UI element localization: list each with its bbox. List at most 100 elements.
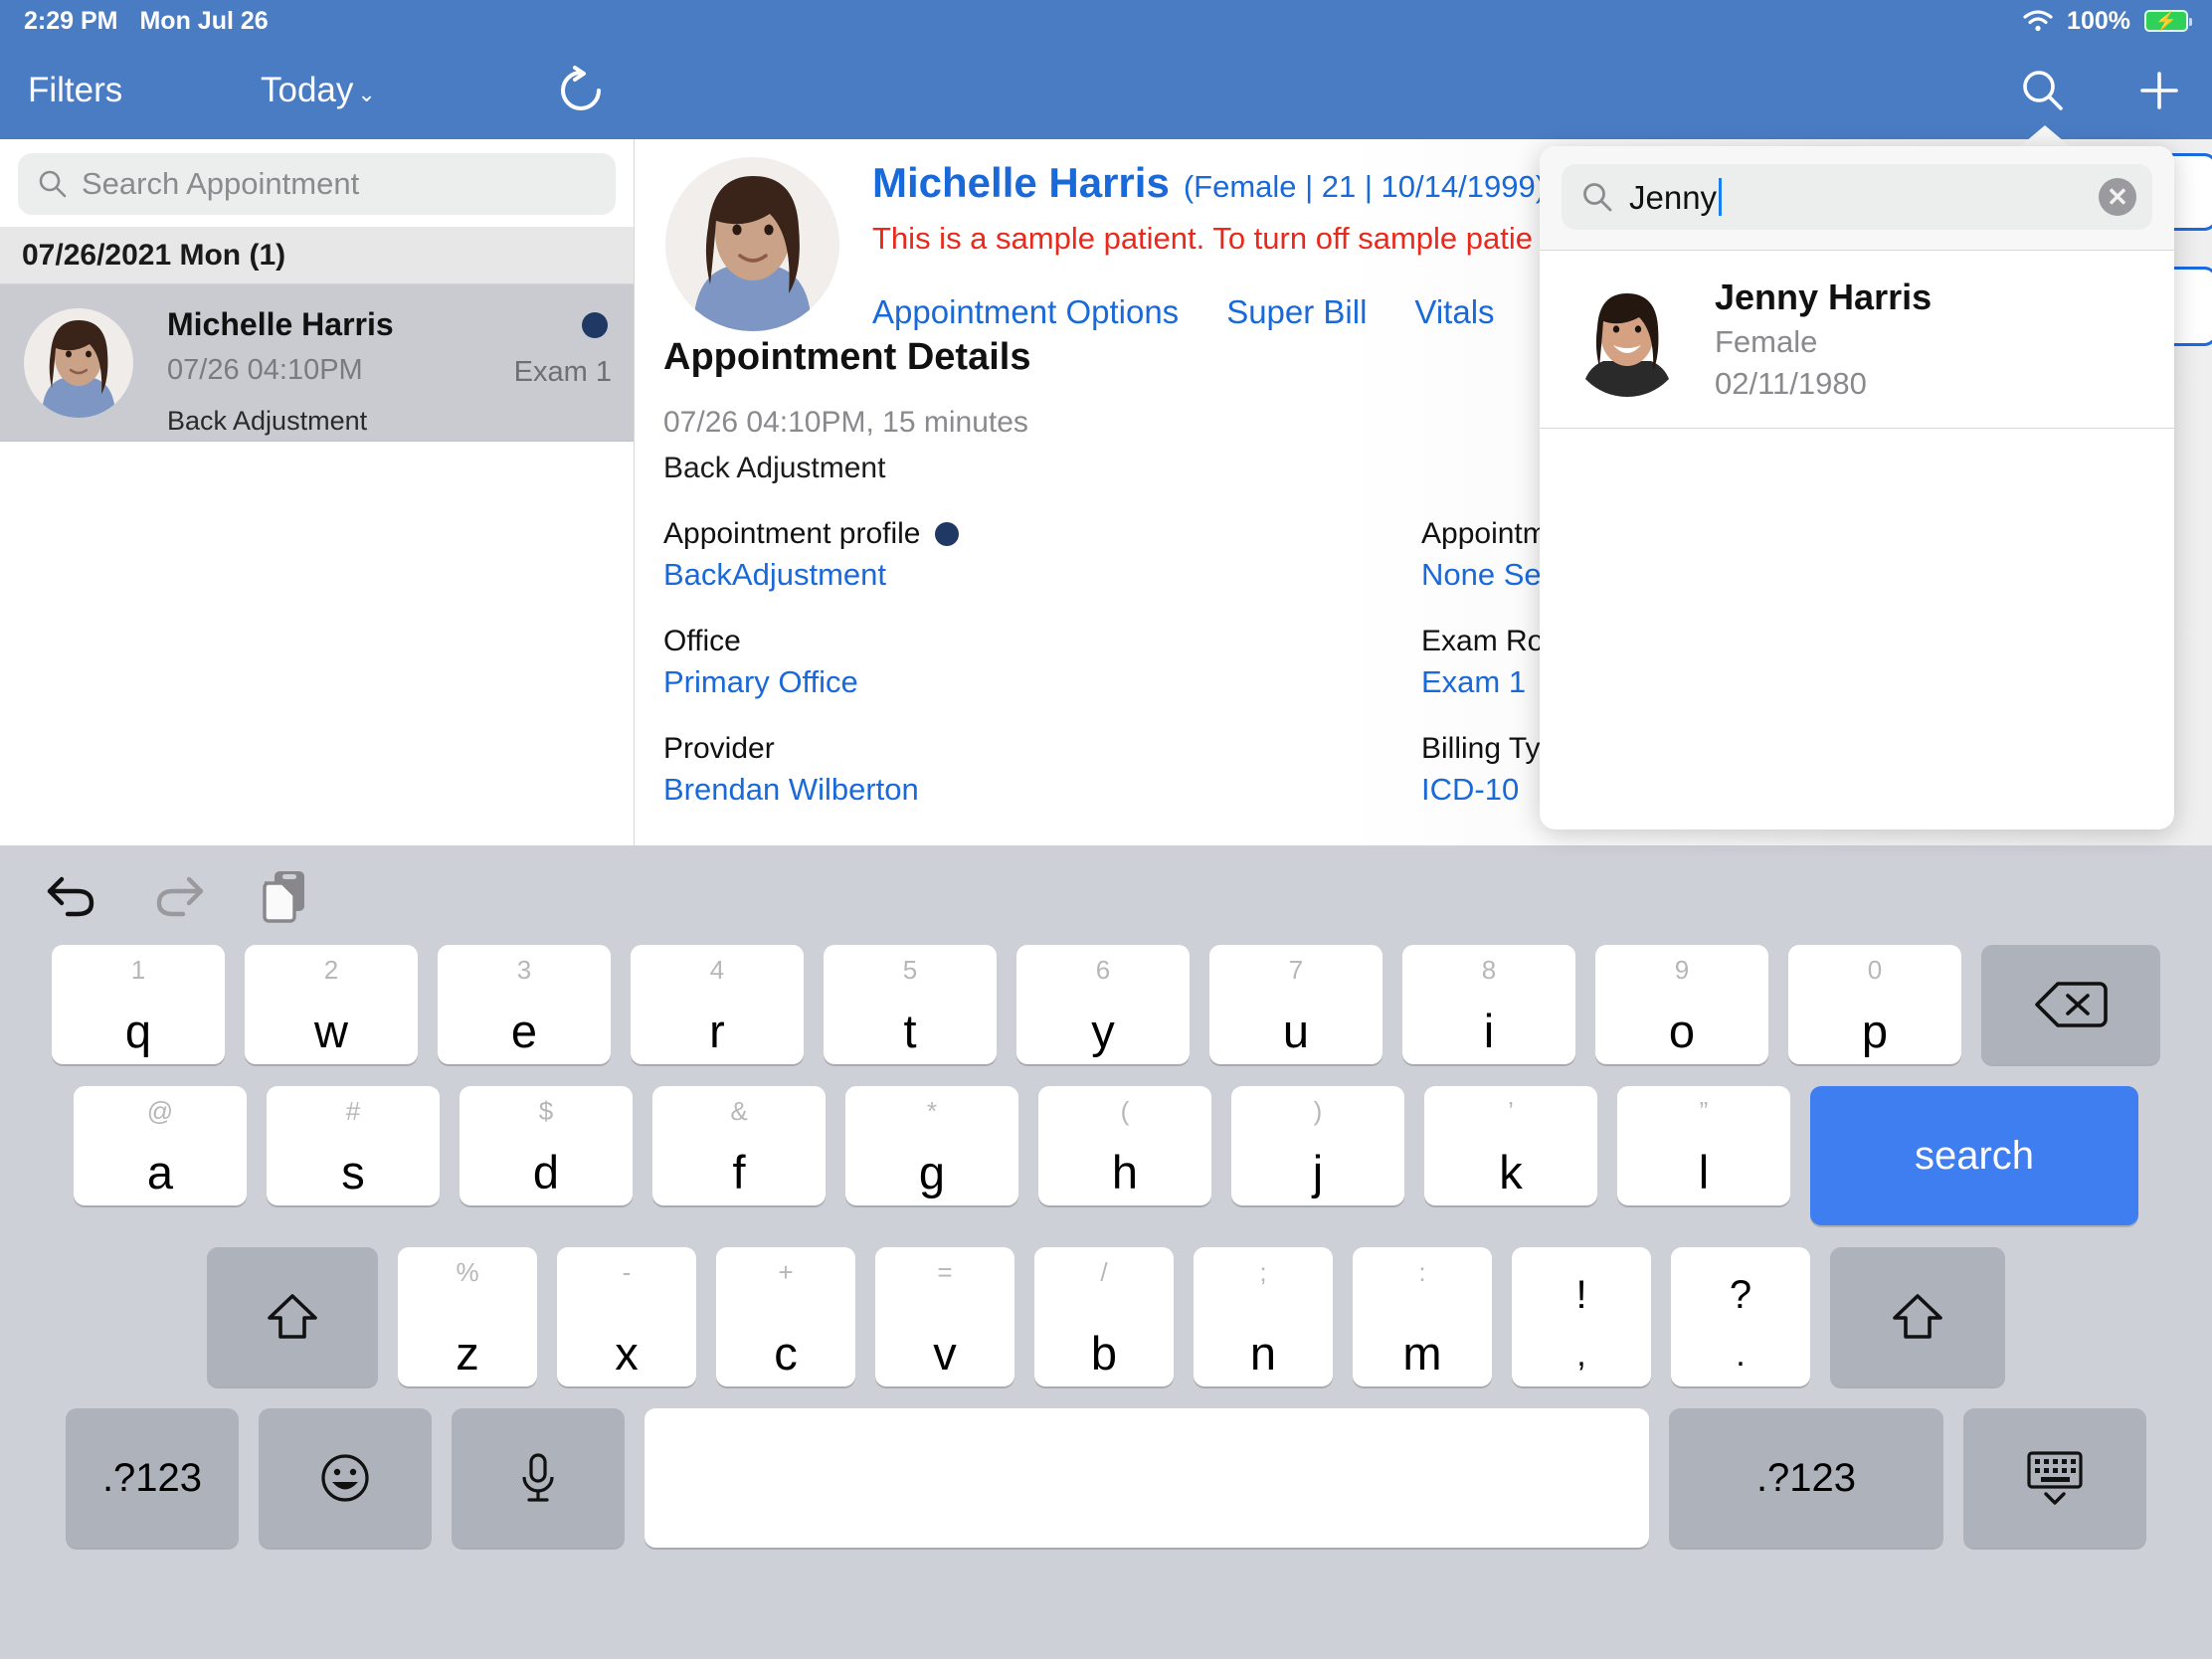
patient-demographics: (Female | 21 | 10/14/1999) bbox=[1183, 169, 1547, 204]
numbers-key-left[interactable]: .?123 bbox=[66, 1408, 239, 1548]
result-patient-dob: 02/11/1980 bbox=[1715, 366, 1867, 401]
divider bbox=[1540, 428, 2174, 429]
key-s[interactable]: # s bbox=[267, 1086, 440, 1205]
key-main: k bbox=[1499, 1146, 1523, 1198]
patient-search-input[interactable]: Jenny ✕ bbox=[1562, 164, 2152, 230]
field-label: Provider bbox=[663, 732, 775, 765]
key-v[interactable]: = v bbox=[875, 1247, 1014, 1386]
undo-icon[interactable] bbox=[44, 869, 99, 921]
vitals-link[interactable]: Vitals bbox=[1414, 293, 1494, 331]
keyboard-rows: 1q 2w 3e 4r 5t 6y 7u 8i 9o 0p @ a # s $ … bbox=[0, 945, 2212, 1548]
space-key[interactable] bbox=[645, 1408, 1649, 1548]
emoji-icon[interactable] bbox=[259, 1408, 432, 1548]
key-main: b bbox=[1090, 1327, 1118, 1380]
search-appointment-input[interactable]: Search Appointment bbox=[18, 153, 616, 215]
key-j[interactable]: ) j bbox=[1231, 1086, 1404, 1205]
key-k[interactable]: ’ k bbox=[1424, 1086, 1597, 1205]
key-alt: 9 bbox=[1674, 955, 1690, 985]
appointment-patient-name: Michelle Harris bbox=[167, 306, 394, 342]
appointment-time: 07/26 04:10PM bbox=[167, 354, 363, 386]
avatar[interactable] bbox=[665, 157, 839, 331]
status-date: Mon Jul 26 bbox=[139, 6, 269, 35]
key-p[interactable]: 0p bbox=[1788, 945, 1961, 1064]
shift-icon[interactable] bbox=[207, 1247, 378, 1386]
key-alt: 8 bbox=[1481, 955, 1497, 985]
key-i[interactable]: 8i bbox=[1402, 945, 1575, 1064]
filters-button[interactable]: Filters bbox=[28, 71, 122, 110]
key-alt: 5 bbox=[902, 955, 918, 985]
onscreen-keyboard: 1q 2w 3e 4r 5t 6y 7u 8i 9o 0p @ a # s $ … bbox=[0, 845, 2212, 1659]
key-alt: - bbox=[622, 1257, 632, 1287]
appointment-list-item[interactable]: Michelle Harris 07/26 04:10PM Back Adjus… bbox=[0, 284, 634, 442]
keyboard-row-4: .?123 .?123 bbox=[14, 1408, 2198, 1548]
key-q[interactable]: 1q bbox=[52, 945, 225, 1064]
key-x[interactable]: -x bbox=[557, 1247, 696, 1386]
shift-icon[interactable] bbox=[1830, 1247, 2005, 1386]
super-bill-link[interactable]: Super Bill bbox=[1226, 293, 1367, 331]
key-alt: 0 bbox=[1867, 955, 1883, 985]
chevron-down-icon: ⌄ bbox=[357, 82, 376, 106]
key-c[interactable]: + c bbox=[716, 1247, 855, 1386]
key-alt: $ bbox=[538, 1096, 554, 1126]
appointment-description: Back Adjustment bbox=[167, 406, 368, 436]
backspace-icon[interactable] bbox=[1981, 945, 2160, 1064]
patient-search-popover: Jenny ✕ Jenny Harris Female 02/11/1980 bbox=[1540, 146, 2174, 830]
key-question-period[interactable]: ? . bbox=[1671, 1247, 1810, 1386]
field-label: Appointment profile bbox=[663, 517, 921, 550]
key-f[interactable]: & f bbox=[652, 1086, 826, 1205]
redo-icon[interactable] bbox=[151, 869, 207, 921]
key-d[interactable]: $ d bbox=[460, 1086, 633, 1205]
key-main: d bbox=[532, 1146, 560, 1198]
key-alt: & bbox=[730, 1096, 748, 1126]
key-sub: . bbox=[1736, 1336, 1746, 1374]
key-o[interactable]: 9o bbox=[1595, 945, 1768, 1064]
key-r[interactable]: 4r bbox=[631, 945, 804, 1064]
field-value[interactable]: Brendan Wilberton bbox=[663, 772, 1421, 808]
key-a[interactable]: @ a bbox=[74, 1086, 247, 1205]
key-main: p bbox=[1861, 1005, 1889, 1057]
patient-header[interactable]: Michelle Harris (Female | 21 | 10/14/199… bbox=[872, 159, 1587, 207]
key-main: z bbox=[456, 1327, 479, 1380]
key-main: w bbox=[314, 1005, 348, 1057]
field-value[interactable]: Primary Office bbox=[663, 664, 1421, 700]
key-e[interactable]: 3e bbox=[438, 945, 611, 1064]
numbers-key-right[interactable]: .?123 bbox=[1669, 1408, 1943, 1548]
key-main: c bbox=[774, 1327, 798, 1380]
field-appointment-profile: Appointment profile BackAdjustment bbox=[663, 517, 1421, 593]
search-result-item[interactable]: Jenny Harris Female 02/11/1980 bbox=[1540, 251, 2174, 428]
field-label: Office bbox=[663, 625, 741, 657]
key-m[interactable]: :m bbox=[1353, 1247, 1492, 1386]
field-label: Billing Ty bbox=[1421, 732, 1541, 765]
battery-percent: 100% bbox=[2067, 6, 2130, 35]
key-main: u bbox=[1282, 1005, 1310, 1057]
key-y[interactable]: 6y bbox=[1016, 945, 1190, 1064]
date-group-header: 07/26/2021 Mon (1) bbox=[0, 227, 634, 284]
key-exclamation-comma[interactable]: ! , bbox=[1512, 1247, 1651, 1386]
appointment-options-link[interactable]: Appointment Options bbox=[872, 293, 1179, 331]
key-l[interactable]: ” l bbox=[1617, 1086, 1790, 1205]
search-key[interactable]: search bbox=[1810, 1086, 2138, 1225]
appointments-sidebar: Search Appointment 07/26/2021 Mon (1) Mi… bbox=[0, 139, 635, 845]
clear-search-icon[interactable]: ✕ bbox=[2099, 178, 2136, 216]
key-u[interactable]: 7u bbox=[1209, 945, 1382, 1064]
sample-patient-warning: This is a sample patient. To turn off sa… bbox=[872, 221, 1533, 256]
plus-icon[interactable] bbox=[2136, 68, 2182, 113]
field-value[interactable]: BackAdjustment bbox=[663, 557, 1421, 593]
paste-icon[interactable] bbox=[259, 867, 310, 923]
popover-search-bar: Jenny ✕ bbox=[1540, 146, 2174, 250]
key-z[interactable]: % z bbox=[398, 1247, 537, 1386]
key-n[interactable]: ; n bbox=[1194, 1247, 1333, 1386]
key-w[interactable]: 2w bbox=[245, 945, 418, 1064]
hide-keyboard-icon[interactable] bbox=[1963, 1408, 2146, 1548]
profile-color-swatch bbox=[934, 522, 959, 546]
today-label: Today bbox=[261, 71, 354, 109]
search-icon[interactable] bbox=[2019, 67, 2067, 114]
key-h[interactable]: (h bbox=[1038, 1086, 1211, 1205]
key-t[interactable]: 5t bbox=[824, 945, 997, 1064]
key-main: h bbox=[1111, 1146, 1139, 1198]
refresh-icon[interactable] bbox=[557, 65, 607, 116]
key-b[interactable]: / b bbox=[1034, 1247, 1174, 1386]
today-dropdown[interactable]: Today ⌄ bbox=[261, 71, 376, 110]
key-g[interactable]: * g bbox=[845, 1086, 1018, 1205]
microphone-icon[interactable] bbox=[452, 1408, 625, 1548]
